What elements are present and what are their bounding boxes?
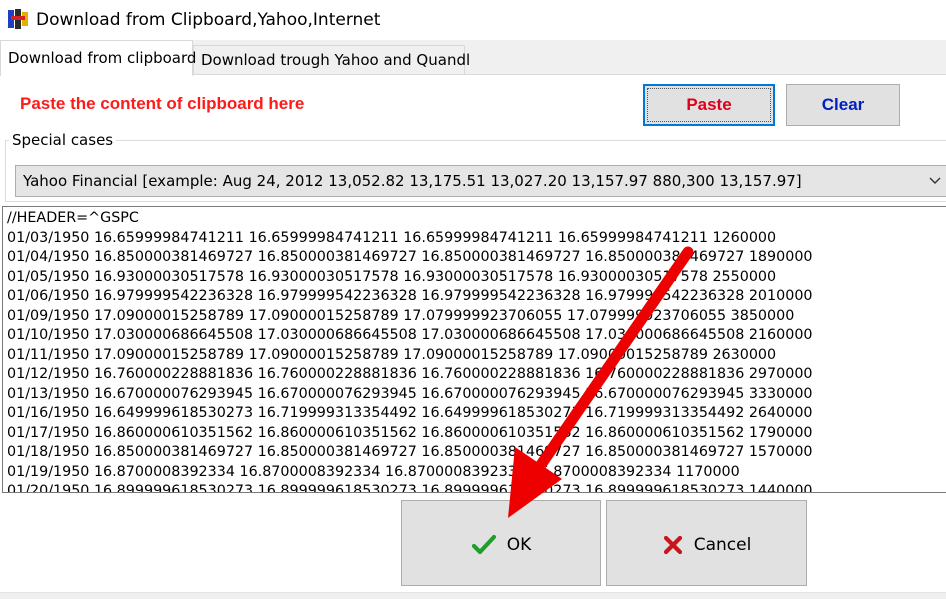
- chevron-down-glyph: [929, 177, 941, 184]
- clear-button[interactable]: Clear: [786, 84, 900, 126]
- data-line: 01/17/1950 16.860000610351562 16.8600006…: [7, 424, 813, 441]
- data-line: 01/09/1950 17.09000015258789 17.09000015…: [7, 307, 795, 324]
- data-line: 01/12/1950 16.760000228881836 16.7600002…: [7, 366, 813, 382]
- data-line: 01/10/1950 17.030000686645508 17.0300006…: [7, 327, 813, 343]
- chevron-down-icon[interactable]: [928, 170, 946, 192]
- cancel-button-content: Cancel: [607, 531, 806, 559]
- data-line: 01/11/1950 17.09000015258789 17.09000015…: [7, 346, 777, 363]
- clear-button-label: Clear: [821, 95, 865, 114]
- cancel-button[interactable]: Cancel: [606, 500, 807, 586]
- x-icon: [663, 535, 682, 555]
- ok-button-content: OK: [402, 531, 600, 559]
- special-cases-selected-value: Yahoo Financial [example: Aug 24, 2012 1…: [23, 172, 802, 190]
- paste-button[interactable]: Paste: [643, 84, 775, 126]
- checkmark-icon: [471, 534, 496, 555]
- special-cases-dropdown[interactable]: Yahoo Financial [example: Aug 24, 2012 1…: [15, 165, 946, 197]
- data-line: 01/16/1950 16.649999618530273 16.7199993…: [7, 405, 813, 421]
- clipboard-data-textarea[interactable]: //HEADER=^GSPC 01/03/1950 16.65999984741…: [2, 206, 946, 493]
- paste-instruction-label: Paste the content of clipboard here: [20, 94, 305, 113]
- ok-button[interactable]: OK: [401, 500, 601, 586]
- title-bar: Download from Clipboard,Yahoo,Internet: [0, 0, 946, 40]
- data-line: 01/05/1950 16.93000030517578 16.93000030…: [7, 268, 777, 285]
- data-line: 01/19/1950 16.8700008392334 16.870000839…: [7, 463, 740, 480]
- tab-download-from-clipboard[interactable]: Download from clipboard: [0, 40, 196, 76]
- data-line: 01/13/1950 16.670000076293945 16.6700000…: [7, 385, 813, 402]
- special-cases-legend: Special cases: [9, 131, 117, 149]
- tab-strip: Download from clipboard Download trough …: [0, 40, 946, 76]
- data-line: 01/03/1950 16.65999984741211 16.65999984…: [7, 229, 777, 246]
- data-line: 01/20/1950 16.899999618530273 16.8999996…: [7, 483, 813, 493]
- data-line: 01/04/1950 16.850000381469727 16.8500003…: [7, 249, 813, 265]
- app-icon: [7, 8, 29, 30]
- tab-download-yahoo-quandl[interactable]: Download trough Yahoo and Quandl: [193, 45, 470, 74]
- paste-button-focus-rect: [647, 88, 771, 122]
- ok-button-label: OK: [506, 535, 532, 555]
- cancel-button-label: Cancel: [693, 535, 752, 555]
- data-line: //HEADER=^GSPC: [7, 210, 139, 226]
- data-line: 01/06/1950 16.979999542236328 16.9799995…: [7, 288, 813, 304]
- window-title: Download from Clipboard,Yahoo,Internet: [36, 10, 381, 30]
- data-line: 01/18/1950 16.850000381469727 16.8500003…: [7, 444, 813, 460]
